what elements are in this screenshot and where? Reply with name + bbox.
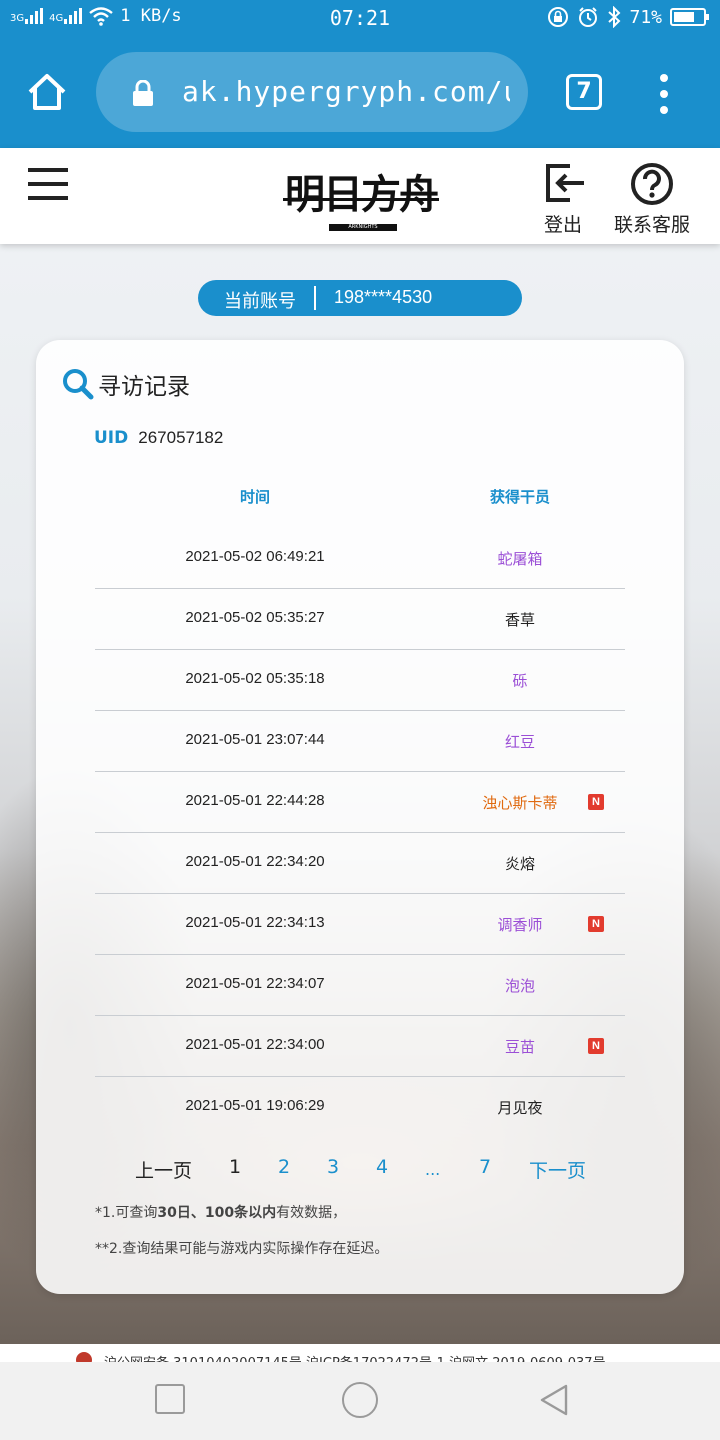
footer-text: 沪公网安备 31010402007145号 沪ICP备17022472号-1 沪… [104,1352,606,1362]
row-time: 2021-05-01 22:34:00 [185,1036,325,1053]
table-row: 2021-05-02 05:35:18 砾 [95,650,625,711]
row-time: 2021-05-02 05:35:27 [185,609,325,626]
logout-button[interactable]: 登出 [538,160,588,238]
page-ellipsis: ... [425,1160,441,1179]
row-time: 2021-05-01 23:07:44 [185,731,325,748]
row-time: 2021-05-01 19:06:29 [185,1097,325,1114]
site-header: 明日方舟 ARKNIGHTS 登出 联系客服 [0,148,720,244]
current-account-badge: 当前账号 198****4530 [198,280,522,316]
battery-icon [670,8,709,26]
table-header: 时间 获得干员 [95,486,625,516]
prev-page-button[interactable]: 上一页 [135,1156,192,1183]
gacha-record-card: 寻访记录 UID 267057182 时间 获得干员 2021-05-02 06:… [36,340,684,1294]
next-page-button[interactable]: 下一页 [529,1156,586,1183]
row-time: 2021-05-02 05:35:18 [185,670,325,687]
row-operator: 香草 [504,611,535,629]
row-operator: 蛇屠箱 [497,550,543,568]
help-icon [631,163,673,205]
table-row: 2021-05-01 23:07:44 红豆 [95,711,625,772]
rotation-lock-icon [548,7,569,27]
recents-icon[interactable] [155,1384,185,1414]
battery-percent: 71% [629,6,662,28]
new-badge: N [588,794,604,810]
hamburger-menu-icon[interactable] [28,168,68,200]
row-time: 2021-05-01 22:34:07 [185,975,325,992]
contact-label: 联系客服 [613,214,690,236]
lock-icon [133,80,153,106]
page-3-button[interactable]: 3 [327,1156,339,1178]
more-menu-icon[interactable] [652,74,676,114]
card-title: 寻访记录 [62,366,190,402]
table-row: 2021-05-01 19:06:29 月见夜 [95,1077,625,1138]
browser-toolbar: ak.hypergryph.com/us 7 [0,36,720,148]
account-value: 198****4530 [334,287,433,307]
logout-label: 登出 [543,214,582,236]
police-emblem-icon [76,1352,92,1362]
battery-level [674,12,694,22]
table-row: 2021-05-01 22:44:28 浊心斯卡蒂 N [95,772,625,833]
note-1: *1.可查询30日、100条以内有效数据， [95,1205,347,1221]
new-badge: N [588,1038,604,1054]
row-operator: 月见夜 [497,1099,543,1117]
uid-value: 267057182 [138,428,224,447]
page-4-button[interactable]: 4 [376,1156,388,1178]
system-nav-bar [0,1362,720,1440]
row-time: 2021-05-01 22:44:28 [185,792,325,809]
column-operator: 获得干员 [489,488,550,506]
url-text[interactable]: ak.hypergryph.com/us [182,72,510,112]
row-time: 2021-05-01 22:34:20 [185,853,325,870]
arknights-logo: 明日方舟 ARKNIGHTS [283,171,439,231]
uid-label: UID [94,428,129,448]
pagination: 上一页 1 2 3 4 ... 7 下一页 [36,1156,684,1186]
row-operator: 泡泡 [504,977,535,995]
new-badge: N [588,916,604,932]
table-row: 2021-05-01 22:34:07 泡泡 [95,955,625,1016]
row-time: 2021-05-01 22:34:13 [185,914,325,931]
record-table: 2021-05-02 06:49:21 蛇屠箱 2021-05-02 05:35:2… [95,528,625,1138]
row-time: 2021-05-02 06:49:21 [185,548,325,565]
status-bar: 3G 4G 1 KB/s 07:21 71% [0,0,720,36]
back-icon[interactable] [536,1382,572,1418]
row-operator: 砾 [512,672,528,690]
page-2-button[interactable]: 2 [278,1156,290,1178]
table-row: 2021-05-02 06:49:21 蛇屠箱 [95,528,625,589]
row-operator: 炎熔 [504,855,535,873]
note-2: **2.查询结果可能与游戏内实际操作存在延迟。 [95,1241,389,1257]
page-1-button[interactable]: 1 [229,1156,241,1178]
table-row: 2021-05-01 22:34:13 调香师 N [95,894,625,955]
home-icon[interactable] [26,72,68,112]
table-row: 2021-05-02 05:35:27 香草 [95,589,625,650]
address-bar[interactable]: ak.hypergryph.com/us [96,52,528,132]
account-label: 当前账号 [224,291,296,312]
contact-support-button[interactable]: 联系客服 [610,160,694,238]
uid-row: UID 267057182 [94,428,223,448]
table-row: 2021-05-01 22:34:20 炎熔 [95,833,625,894]
table-row: 2021-05-01 22:34:00 豆苗 N [95,1016,625,1077]
row-operator: 红豆 [504,733,535,751]
search-icon [63,369,94,400]
tabs-button[interactable]: 7 [566,74,602,110]
bluetooth-icon [608,6,621,28]
page-7-button[interactable]: 7 [479,1156,491,1178]
footer-icp: 沪公网安备 31010402007145号 沪ICP备17022472号-1 沪… [0,1344,720,1362]
home-nav-icon[interactable] [342,1382,378,1418]
alarm-icon [579,7,598,27]
column-time: 时间 [239,488,270,506]
logout-icon [546,164,584,202]
